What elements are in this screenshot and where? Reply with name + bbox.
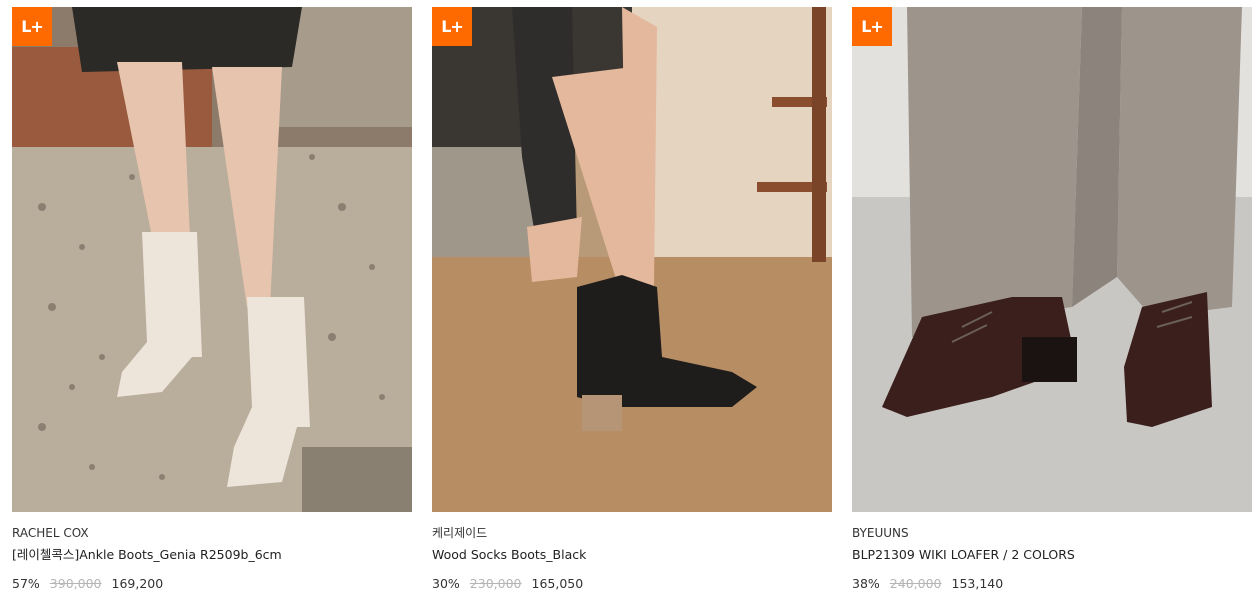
product-card[interactable]: L+ RACHEL COX [레이첼콕스]Ankle Boots_Genia R… bbox=[12, 7, 412, 592]
product-image[interactable]: L+ bbox=[12, 7, 412, 512]
discount-rate: 38% bbox=[852, 576, 880, 591]
sale-price: 165,050 bbox=[531, 576, 584, 591]
product-card[interactable]: L+ BYEUUNS BLP21309 WIKI LOAFER / 2 COLO… bbox=[852, 7, 1252, 592]
brown-loafer-photo-icon bbox=[852, 7, 1252, 512]
product-image[interactable]: L+ bbox=[852, 7, 1252, 512]
product-card[interactable]: L+ 케리제이드 Wood Socks Boots_Black 30% 230,… bbox=[432, 7, 832, 592]
product-brand: 케리제이드 bbox=[432, 526, 488, 540]
lplus-badge: L+ bbox=[12, 7, 52, 46]
lplus-badge: L+ bbox=[852, 7, 892, 46]
discount-rate: 30% bbox=[432, 576, 460, 591]
sale-price: 153,140 bbox=[951, 576, 1004, 591]
product-name[interactable]: [레이첼콕스]Ankle Boots_Genia R2509b_6cm bbox=[12, 546, 412, 563]
product-grid: L+ RACHEL COX [레이첼콕스]Ankle Boots_Genia R… bbox=[0, 0, 1258, 612]
white-ankle-boots-photo-icon bbox=[12, 7, 412, 512]
price-row: 30% 230,000 165,050 bbox=[432, 575, 832, 592]
product-brand: RACHEL COX bbox=[12, 526, 89, 540]
original-price: 390,000 bbox=[49, 576, 102, 591]
lplus-badge: L+ bbox=[432, 7, 472, 46]
original-price: 240,000 bbox=[889, 576, 942, 591]
product-name[interactable]: BLP21309 WIKI LOAFER / 2 COLORS bbox=[852, 546, 1252, 563]
price-row: 38% 240,000 153,140 bbox=[852, 575, 1252, 592]
product-image[interactable]: L+ bbox=[432, 7, 832, 512]
product-name[interactable]: Wood Socks Boots_Black bbox=[432, 546, 832, 563]
black-socks-boots-photo-icon bbox=[432, 7, 832, 512]
product-brand: BYEUUNS bbox=[852, 526, 909, 540]
original-price: 230,000 bbox=[469, 576, 522, 591]
discount-rate: 57% bbox=[12, 576, 40, 591]
sale-price: 169,200 bbox=[111, 576, 164, 591]
price-row: 57% 390,000 169,200 bbox=[12, 575, 412, 592]
